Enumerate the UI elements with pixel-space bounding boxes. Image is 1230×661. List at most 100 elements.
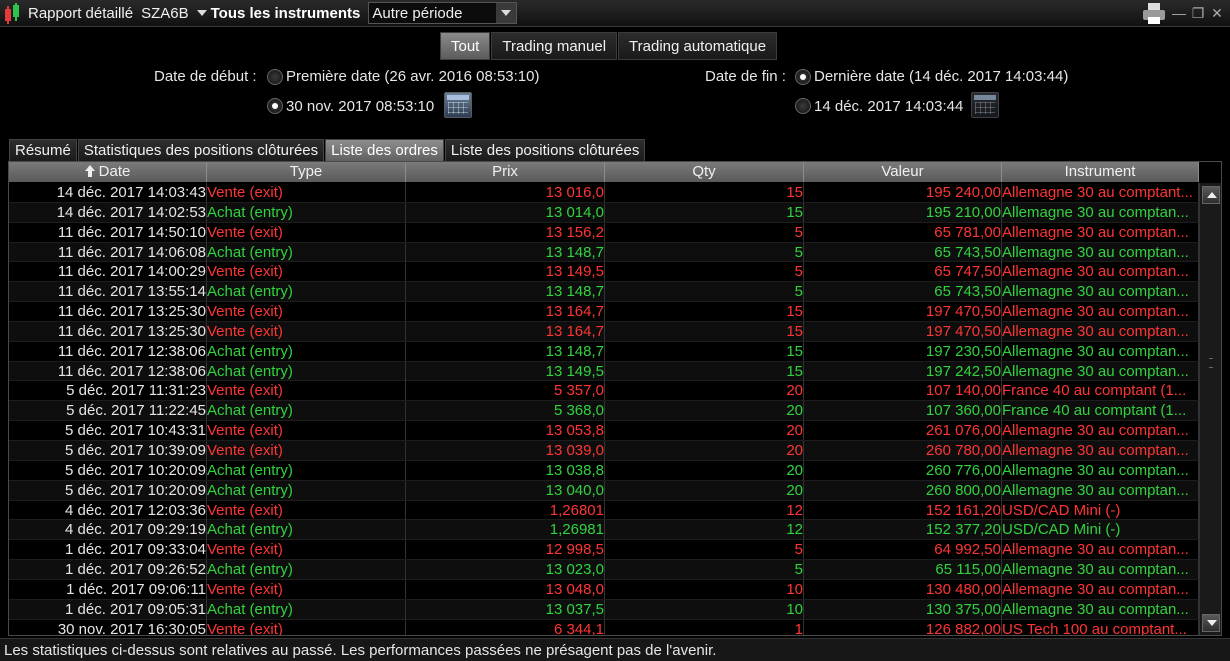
cell-qty: 15 — [605, 321, 804, 341]
table-row[interactable]: 1 déc. 2017 09:06:11 Vente (exit) 13 048,0… — [9, 579, 1199, 600]
start-first-date-radio[interactable] — [267, 69, 283, 85]
column-header-valeur[interactable]: Valeur — [804, 162, 1002, 182]
cell-type: Achat (entry) — [207, 560, 406, 580]
minimize-icon[interactable]: — — [1172, 5, 1186, 21]
period-select[interactable]: Autre période — [368, 2, 518, 24]
cell-type: Achat (entry) — [207, 520, 406, 540]
cell-prix: 13 148,7 — [406, 242, 605, 262]
table-row[interactable]: 11 déc. 2017 13:55:14 Achat (entry) 13 148… — [9, 282, 1199, 303]
cell-prix: 13 164,7 — [406, 302, 605, 322]
cell-qty: 20 — [605, 421, 804, 441]
table-row[interactable]: 4 déc. 2017 09:29:19 Achat (entry) 1,26981… — [9, 520, 1199, 541]
column-header-type[interactable]: Type — [207, 162, 406, 182]
table-row[interactable]: 11 déc. 2017 14:06:08 Achat (entry) 13 148… — [9, 242, 1199, 263]
cell-qty: 20 — [605, 381, 804, 401]
table-row[interactable]: 5 déc. 2017 11:22:45 Achat (entry) 5 368,0… — [9, 401, 1199, 422]
cell-valeur: 260 780,00 — [804, 440, 1002, 460]
column-header-prix[interactable]: Prix — [406, 162, 605, 182]
cell-valeur: 65 115,00 — [804, 560, 1002, 580]
cell-date: 1 déc. 2017 09:06:11 — [9, 579, 207, 599]
start-custom-date-value: 30 nov. 2017 08:53:10 — [286, 98, 435, 115]
column-header-date[interactable]: Date — [9, 162, 207, 182]
restore-icon[interactable]: ❐ — [1191, 5, 1205, 21]
table-row[interactable]: 11 déc. 2017 13:25:30 Vente (exit) 13 164,… — [9, 302, 1199, 322]
cell-valeur: 65 747,50 — [804, 262, 1002, 282]
table-row[interactable]: 5 déc. 2017 10:20:09 Achat (entry) 13 038,… — [9, 460, 1199, 481]
table-row[interactable]: 11 déc. 2017 14:50:10 Vente (exit) 13 156,… — [9, 222, 1199, 243]
table-row[interactable]: 5 déc. 2017 10:39:09 Vente (exit) 13 039,0… — [9, 440, 1199, 461]
tab-statistiques-positions[interactable]: Statistiques des positions clôturées — [77, 139, 325, 161]
tab-resume[interactable]: Résumé — [9, 139, 77, 161]
table-row[interactable]: 11 déc. 2017 13:25:30 Vente (exit) 13 164,… — [9, 321, 1199, 342]
table-row[interactable]: 1 déc. 2017 09:26:52 Achat (entry) 13 023,… — [9, 560, 1199, 580]
cell-instrument: Allemagne 30 au comptant... — [1002, 183, 1199, 202]
start-calendar-icon[interactable] — [444, 92, 472, 118]
table-row[interactable]: 14 déc. 2017 14:02:53 Achat (entry) 13 014… — [9, 202, 1199, 223]
close-icon[interactable]: ✕ — [1210, 5, 1224, 21]
cell-instrument: France 40 au comptant (1... — [1002, 401, 1199, 421]
tab-liste-positions[interactable]: Liste des positions clôturées — [444, 139, 646, 161]
cell-qty: 1 — [605, 619, 804, 635]
table-row[interactable]: 1 déc. 2017 09:33:04 Vente (exit) 12 998,5… — [9, 540, 1199, 561]
cell-instrument: Allemagne 30 au comptan... — [1002, 421, 1199, 441]
cell-instrument: Allemagne 30 au comptan... — [1002, 579, 1199, 599]
table-row[interactable]: 30 nov. 2017 16:30:05 Vente (exit) 6 344,1… — [9, 619, 1199, 635]
cell-date: 1 déc. 2017 09:33:04 — [9, 540, 207, 560]
cell-type: Vente (exit) — [207, 321, 406, 341]
cell-date: 5 déc. 2017 10:43:31 — [9, 421, 207, 441]
scroll-up-icon[interactable] — [1202, 186, 1220, 204]
table-row[interactable]: 1 déc. 2017 09:05:31 Achat (entry) 13 037,… — [9, 599, 1199, 620]
cell-valeur: 261 076,00 — [804, 421, 1002, 441]
cell-valeur: 152 377,20 — [804, 520, 1002, 540]
cell-instrument: Allemagne 30 au comptan... — [1002, 480, 1199, 500]
end-calendar-icon[interactable] — [971, 92, 999, 118]
cell-date: 11 déc. 2017 14:06:08 — [9, 242, 207, 262]
cell-type: Vente (exit) — [207, 440, 406, 460]
end-custom-date-radio[interactable] — [795, 98, 811, 114]
printer-icon[interactable] — [1141, 2, 1167, 24]
start-custom-date-radio[interactable] — [267, 98, 283, 114]
tab-trading-manuel[interactable]: Trading manuel — [491, 32, 618, 60]
column-header-instrument[interactable]: Instrument — [1002, 162, 1199, 182]
cell-instrument: Allemagne 30 au comptan... — [1002, 242, 1199, 262]
cell-type: Achat (entry) — [207, 282, 406, 302]
tab-trading-automatique[interactable]: Trading automatique — [618, 32, 778, 60]
end-last-date-radio[interactable] — [795, 69, 811, 85]
cell-instrument: France 40 au comptant (1... — [1002, 381, 1199, 401]
table-row[interactable]: 5 déc. 2017 11:31:23 Vente (exit) 5 357,0 2… — [9, 381, 1199, 402]
table-row[interactable]: 11 déc. 2017 14:00:29 Vente (exit) 13 149,… — [9, 262, 1199, 283]
cell-valeur: 130 375,00 — [804, 599, 1002, 619]
tab-tout[interactable]: Tout — [440, 32, 491, 60]
cell-type: Vente (exit) — [207, 381, 406, 401]
cell-valeur: 197 230,50 — [804, 341, 1002, 361]
status-bar: Les statistiques ci-dessus sont relative… — [0, 638, 1230, 661]
table-row[interactable]: 14 déc. 2017 14:03:43 Vente (exit) 13 016,… — [9, 183, 1199, 203]
instrument-selector[interactable]: Tous les instruments — [196, 5, 360, 22]
vertical-scrollbar[interactable] — [1199, 183, 1221, 635]
table-row[interactable]: 5 déc. 2017 10:20:09 Achat (entry) 13 040,… — [9, 480, 1199, 501]
cell-type: Vente (exit) — [207, 540, 406, 560]
scroll-down-icon[interactable] — [1202, 614, 1220, 632]
cell-type: Achat (entry) — [207, 242, 406, 262]
table-row[interactable]: 5 déc. 2017 10:43:31 Vente (exit) 13 053,8… — [9, 421, 1199, 441]
cell-date: 5 déc. 2017 11:22:45 — [9, 401, 207, 421]
cell-prix: 5 368,0 — [406, 401, 605, 421]
end-date-label: Date de fin : — [705, 68, 786, 85]
column-header-qty[interactable]: Qty — [605, 162, 804, 182]
tab-liste-ordres[interactable]: Liste des ordres — [325, 139, 444, 161]
cell-date: 30 nov. 2017 16:30:05 — [9, 619, 207, 635]
period-select-value: Autre période — [372, 4, 463, 22]
report-tabs: Résumé Statistiques des positions clôtur… — [9, 139, 646, 161]
cell-qty: 15 — [605, 341, 804, 361]
table-row[interactable]: 11 déc. 2017 12:38:06 Achat (entry) 13 148… — [9, 341, 1199, 362]
table-row[interactable]: 11 déc. 2017 12:38:06 Achat (entry) 13 149… — [9, 361, 1199, 382]
cell-date: 14 déc. 2017 14:03:43 — [9, 183, 207, 202]
start-date-label: Date de début : — [154, 68, 257, 85]
cell-type: Achat (entry) — [207, 341, 406, 361]
table-row[interactable]: 4 déc. 2017 12:03:36 Vente (exit) 1,26801 1… — [9, 500, 1199, 521]
cell-prix: 13 037,5 — [406, 599, 605, 619]
cell-date: 11 déc. 2017 13:55:14 — [9, 282, 207, 302]
cell-date: 11 déc. 2017 12:38:06 — [9, 341, 207, 361]
scroll-thumb-grip[interactable] — [1209, 358, 1213, 368]
period-dropdown-button[interactable] — [496, 3, 517, 23]
